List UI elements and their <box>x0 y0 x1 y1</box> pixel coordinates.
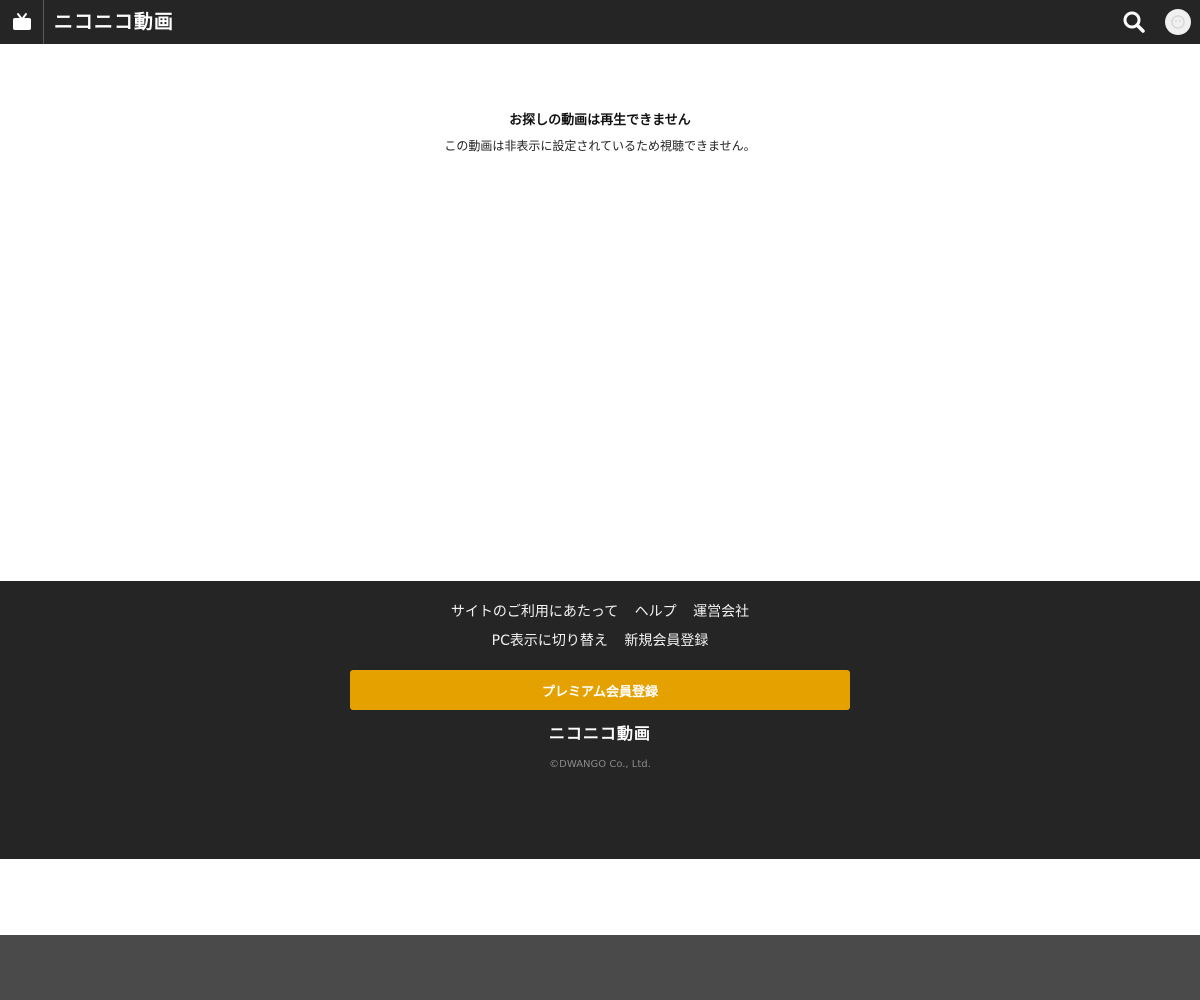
search-button[interactable] <box>1118 6 1150 38</box>
footer-links-row-1: サイトのご利用にあたって ヘルプ 運営会社 <box>0 601 1200 623</box>
copyright-text: ©DWANGO Co., Ltd. <box>549 759 651 770</box>
brand-logo-text: ニコニコ動画 <box>54 11 175 33</box>
footer-link-company[interactable]: 運営会社 <box>693 604 749 620</box>
top-header: ニコニコ動画 <box>0 0 1200 44</box>
footer-link-help[interactable]: ヘルプ <box>635 604 677 620</box>
bottom-bar <box>0 935 1200 1000</box>
tv-menu-button[interactable] <box>0 0 44 44</box>
footer-link-pc-view[interactable]: PC表示に切り替え <box>492 633 608 649</box>
premium-register-button[interactable]: プレミアム会員登録 <box>350 670 850 710</box>
footer-logo[interactable]: ニコニコ動画 <box>0 723 1200 745</box>
footer-links-row-2: PC表示に切り替え 新規会員登録 <box>0 630 1200 652</box>
user-avatar-icon <box>1171 15 1185 29</box>
error-description: この動画は非表示に設定されているため視聴できません。 <box>444 139 756 153</box>
error-title: お探しの動画は再生できません <box>509 113 691 128</box>
error-message: お探しの動画は再生できません この動画は非表示に設定されているため視聴できません… <box>0 110 1200 160</box>
brand-logo[interactable]: ニコニコ動画 <box>54 10 174 34</box>
footer-link-register[interactable]: 新規会員登録 <box>624 633 708 649</box>
tv-icon <box>12 13 31 30</box>
footer: サイトのご利用にあたって ヘルプ 運営会社 PC表示に切り替え 新規会員登録 プ… <box>0 581 1200 859</box>
footer-link-terms[interactable]: サイトのご利用にあたって <box>451 604 618 620</box>
search-icon <box>1123 11 1145 33</box>
user-avatar-button[interactable] <box>1165 9 1191 35</box>
